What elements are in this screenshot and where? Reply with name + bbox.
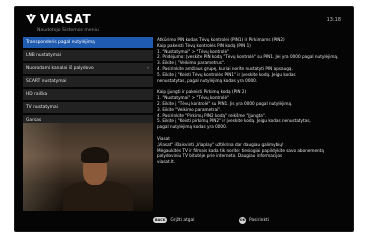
help-text-panel: Atkūrimo PIN kodas Tėvų kontrolei (PIN1)… bbox=[157, 37, 345, 211]
clock: 13:18 bbox=[326, 17, 341, 23]
menu-item-hd-resolution[interactable]: HD raiška bbox=[23, 89, 153, 100]
back-label: Grįžti atgal bbox=[170, 217, 195, 223]
menu-item-tv-settings[interactable]: TV nustatymai bbox=[23, 102, 153, 113]
brand-name: VIASAT bbox=[40, 12, 92, 26]
live-tv-preview bbox=[23, 123, 153, 211]
menu-item-default-transponder[interactable]: Transponderis pagal nutylėjimą bbox=[23, 37, 153, 48]
menu-item-label: Nuorodami kanalai iš palydovo bbox=[26, 66, 94, 71]
preview-light bbox=[23, 123, 63, 211]
menu-item-label: SCART nustatymai bbox=[26, 79, 67, 84]
menu-item-label: HD raiška bbox=[26, 92, 48, 97]
menu-item-satellite-channels[interactable]: Nuorodami kanalai iš palydovo › bbox=[23, 63, 153, 74]
ok-button[interactable]: OK Pasirinkti bbox=[239, 217, 269, 224]
back-button[interactable]: BACK Grįžti atgal bbox=[153, 217, 195, 223]
pin-reset-section: Atkūrimo PIN kodas Tėvų kontrolei (PIN1)… bbox=[157, 37, 345, 83]
ok-key-icon: OK bbox=[239, 217, 246, 224]
help-line: viasat.lt. bbox=[157, 159, 176, 165]
menu-item-scart-settings[interactable]: SCART nustatymai bbox=[23, 76, 153, 87]
back-key-icon: BACK bbox=[153, 217, 168, 223]
menu-item-lnb-settings[interactable]: LNB nustatymai bbox=[23, 50, 153, 61]
ok-label: Pasirinkti bbox=[249, 218, 269, 223]
preview-figure-shoulders bbox=[63, 181, 133, 211]
viasat-logo: VIASAT bbox=[25, 13, 91, 25]
menu-item-label: TV nustatymai bbox=[26, 105, 58, 110]
purchase-pin-section: Kaip įjungti ir pakeisti Pirkimų kodą (P… bbox=[157, 89, 345, 130]
menu-item-label: LNB nustatymai bbox=[26, 53, 61, 58]
viasat-logo-icon bbox=[26, 13, 36, 24]
help-line: pagal nutylėjimą kodas yra 0000. bbox=[157, 124, 228, 130]
help-line: nenustatytas, pagal nutylėjimą kodas yra… bbox=[157, 77, 258, 83]
page-subtitle: Naudotojo Sistemos meniu bbox=[37, 28, 99, 33]
preview-figure-hair bbox=[81, 147, 109, 163]
footer-hints: BACK Grįžti atgal OK Pasirinkti bbox=[15, 217, 353, 229]
settings-menu: Transponderis pagal nutylėjimą LNB nusta… bbox=[23, 37, 153, 134]
chevron-right-icon: › bbox=[147, 66, 149, 71]
menu-item-label: Transponderis pagal nutylėjimą bbox=[26, 40, 95, 45]
viasat-info-section: Viasat „Viasat" išlaisvinti „Viaplay" už… bbox=[157, 136, 345, 165]
tv-screen: VIASAT Naudotojo Sistemos meniu 13:18 Tr… bbox=[14, 6, 354, 232]
